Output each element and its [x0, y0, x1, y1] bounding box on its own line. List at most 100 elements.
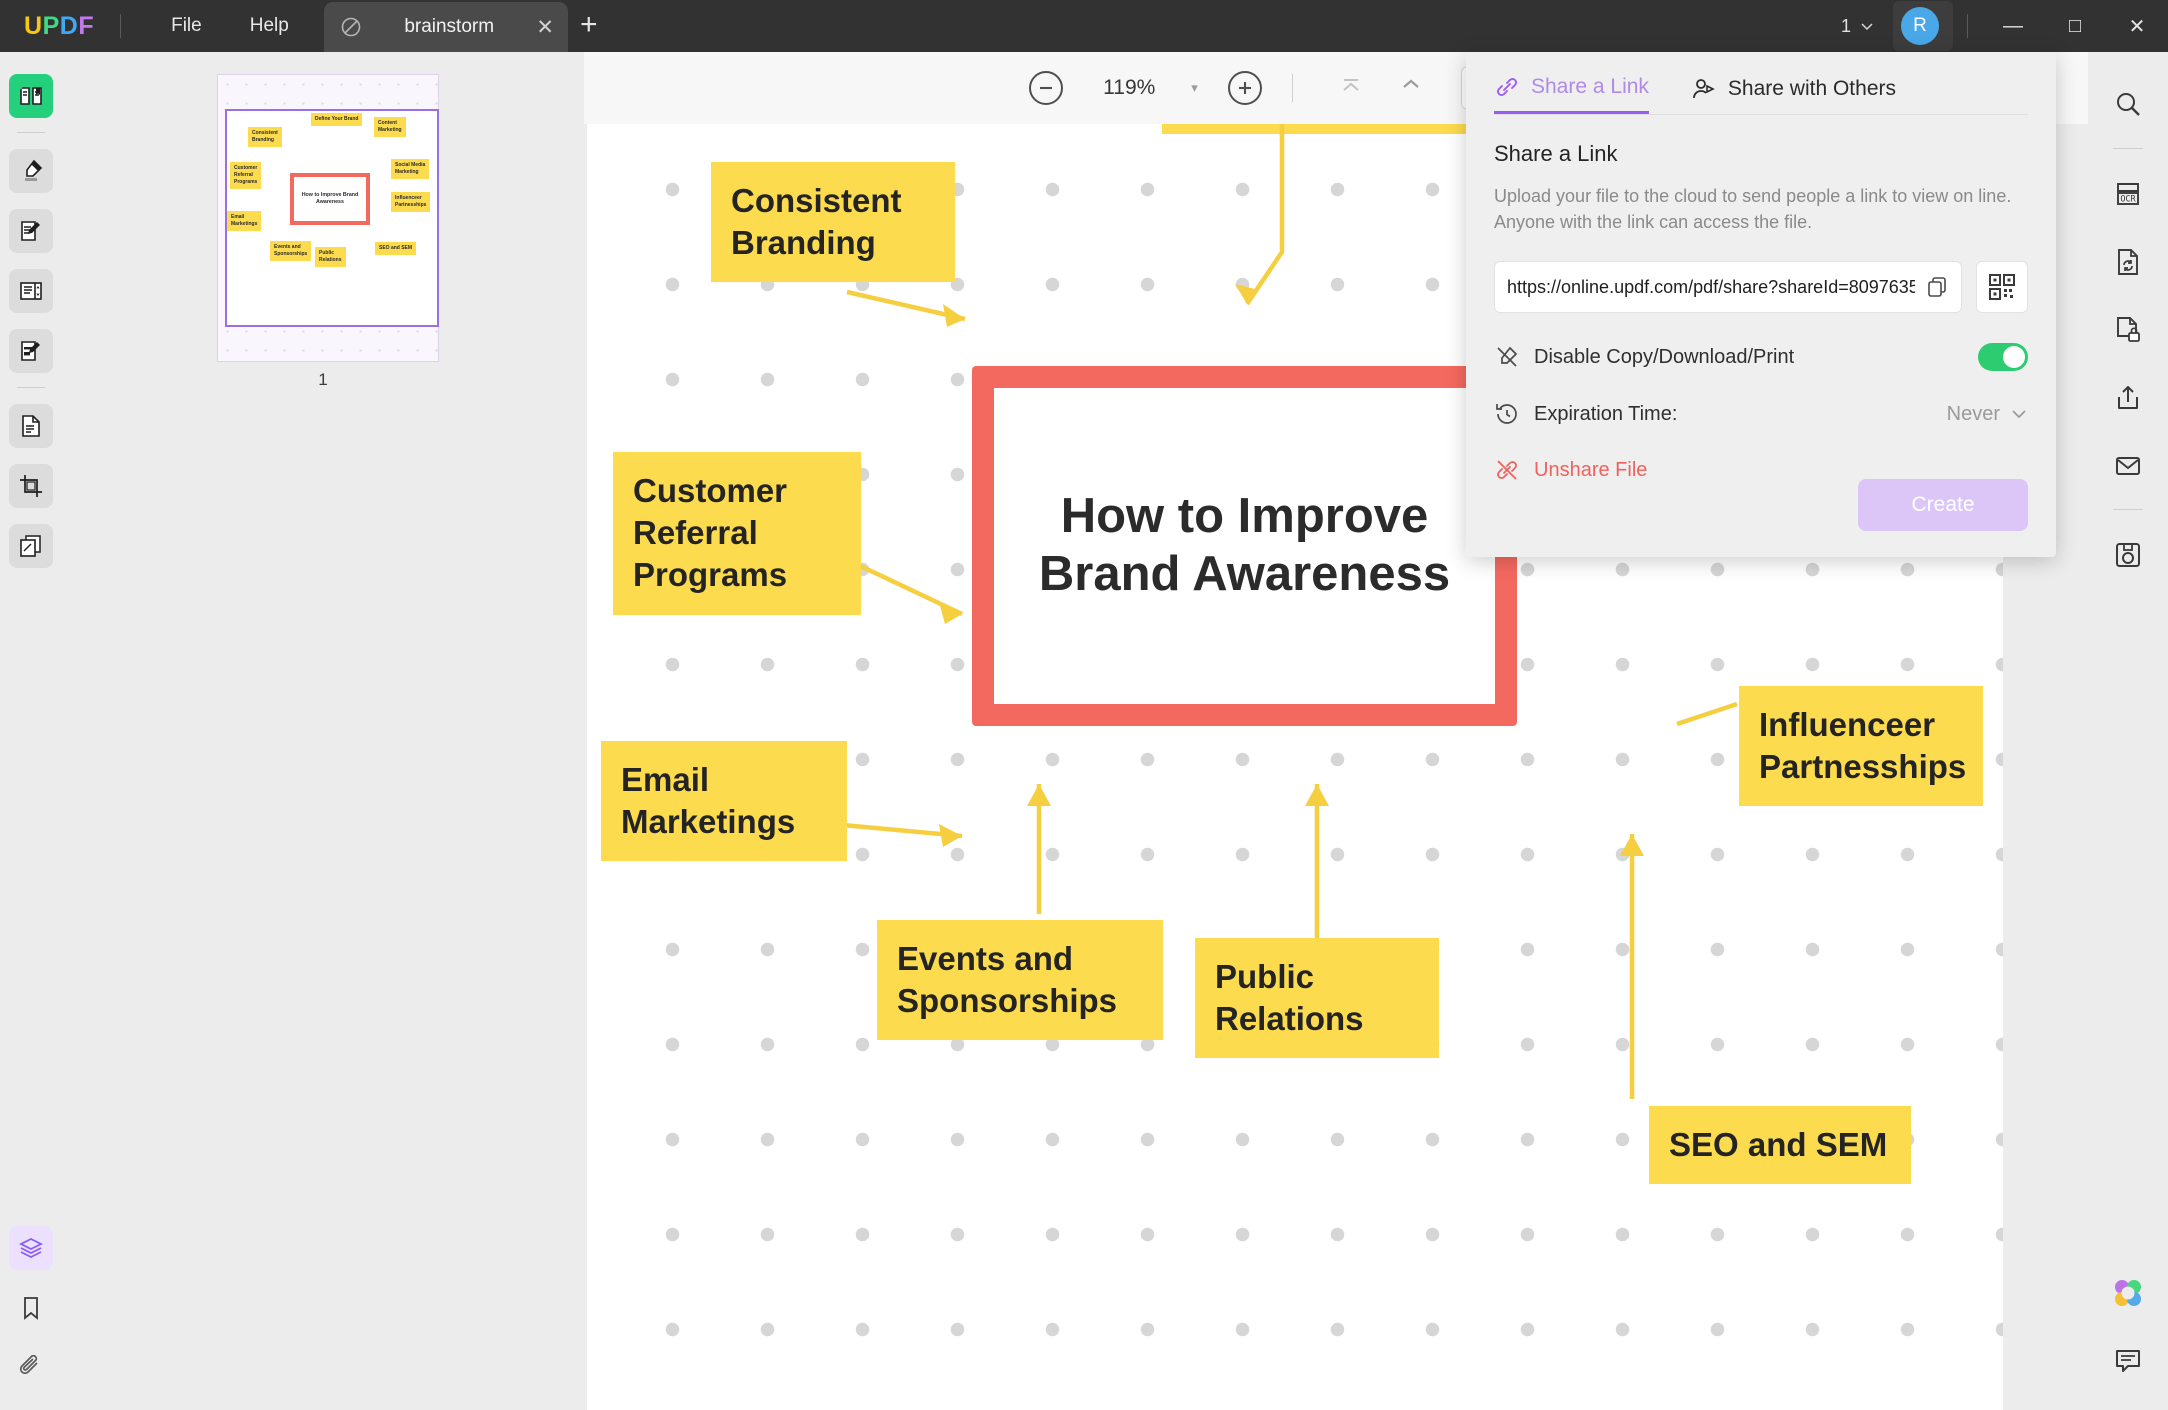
active-indicator-dot	[14, 81, 23, 90]
thumbnail-page-frame: How to Improve Brand Awareness Consisten…	[225, 109, 439, 327]
email-button[interactable]	[2105, 443, 2151, 489]
share-url-input[interactable]	[1507, 277, 1915, 298]
sidebar-item-convert[interactable]	[9, 404, 53, 448]
expiration-label: Expiration Time:	[1534, 403, 1933, 426]
previous-page-button[interactable]	[1383, 74, 1439, 102]
expiration-value: Never	[1947, 403, 2000, 426]
left-tool-rail	[0, 52, 62, 1410]
document-tab-title: brainstorm	[362, 16, 536, 38]
window-controls: 1 R — □ ✕	[1841, 0, 2168, 52]
expiration-select[interactable]: Never	[1947, 403, 2028, 426]
title-divider	[120, 14, 121, 38]
sidebar-item-batch[interactable]	[9, 524, 53, 568]
page-thumbnail[interactable]: How to Improve Brand Awareness Consisten…	[217, 74, 439, 362]
menu-help[interactable]: Help	[226, 0, 313, 52]
sidebar-item-attachments[interactable]	[9, 1346, 53, 1390]
close-window-button[interactable]: ✕	[2106, 0, 2168, 52]
share-upload-button[interactable]	[2105, 375, 2151, 421]
sidebar-item-annotate[interactable]	[9, 149, 53, 193]
logo-letter-u: U	[24, 12, 43, 41]
chevron-down-icon	[2010, 405, 2028, 423]
batch-process-icon	[18, 533, 44, 559]
tab-share-a-link[interactable]: Share a Link	[1494, 74, 1649, 114]
create-button[interactable]: Create	[1858, 479, 2028, 531]
crop-page-icon	[18, 473, 44, 499]
window-count-label: 1	[1841, 16, 1851, 37]
disable-copy-icon	[1494, 344, 1520, 370]
search-icon	[2112, 89, 2144, 121]
window-divider	[1967, 14, 1968, 38]
avatar-button[interactable]: R	[1893, 1, 1953, 51]
layers-icon	[18, 1235, 44, 1261]
disable-copy-toggle[interactable]	[1978, 343, 2028, 371]
convert-button[interactable]	[2105, 239, 2151, 285]
share-panel-description: Upload your file to the cloud to send pe…	[1494, 183, 2028, 235]
chevron-up-icon	[1397, 75, 1425, 95]
share-url-row	[1494, 261, 2028, 313]
mindmap-node-customer-referral-programs[interactable]: Customer Referral Programs	[613, 452, 861, 615]
unshare-link-icon	[1494, 457, 1520, 483]
mindmap-node-email-marketings[interactable]: Email Marketings	[601, 741, 847, 861]
sidebar-item-edit-pdf[interactable]	[9, 209, 53, 253]
mindmap-node-public-relations[interactable]: Public Relations	[1195, 938, 1439, 1058]
convert-icon	[2112, 246, 2144, 278]
window-count-selector[interactable]: 1	[1841, 16, 1875, 37]
share-panel: Share a Link Share with Others Share a L…	[1466, 52, 2056, 557]
organize-pages-icon	[18, 278, 44, 304]
share-panel-divider	[1494, 114, 2028, 115]
zoom-in-button[interactable]	[1228, 71, 1262, 105]
document-tab-icon	[340, 16, 362, 38]
mindmap-center-title: How to Improve Brand Awareness	[994, 388, 1495, 704]
mindmap-node-seo-and-sem[interactable]: SEO and SEM	[1649, 1106, 1911, 1184]
ocr-button[interactable]: OCR	[2105, 171, 2151, 217]
qr-code-button[interactable]	[1976, 261, 2028, 313]
first-page-button[interactable]	[1323, 74, 1379, 102]
share-upload-icon	[2112, 382, 2144, 414]
thumbnail-node-consistent-branding: ConsistentBranding	[248, 127, 282, 147]
avatar: R	[1901, 7, 1939, 45]
menu-file[interactable]: File	[147, 0, 226, 52]
sidebar-item-organize-pages[interactable]	[9, 269, 53, 313]
disable-copy-label: Disable Copy/Download/Print	[1534, 346, 1964, 369]
thumbnail-node-customer-referral-programs: CustomerReferralPrograms	[230, 162, 261, 189]
mindmap-node-influenceer-partnesships[interactable]: Influenceer Partnesships	[1739, 686, 1983, 806]
minimize-button[interactable]: —	[1982, 0, 2044, 52]
zoom-out-button[interactable]	[1029, 71, 1063, 105]
save-button[interactable]	[2105, 532, 2151, 578]
thumbnail-panel: How to Improve Brand Awareness Consisten…	[62, 52, 584, 1410]
comment-button[interactable]	[2105, 1338, 2151, 1384]
tab-share-with-others[interactable]: Share with Others	[1691, 76, 1896, 113]
new-tab-button[interactable]: +	[580, 10, 598, 40]
sidebar-item-bookmarks[interactable]	[9, 1286, 53, 1330]
zoom-dropdown-caret[interactable]: ▾	[1191, 80, 1198, 96]
sidebar-item-form[interactable]	[9, 329, 53, 373]
maximize-button[interactable]: □	[2044, 0, 2106, 52]
convert-document-icon	[18, 413, 44, 439]
thumbnail-node-social-media-marketing: Social MediaMarketing	[391, 159, 429, 179]
thumbnail-center-node: How to Improve Brand Awareness	[290, 173, 370, 225]
edit-pdf-icon	[18, 218, 44, 244]
sidebar-item-layers[interactable]	[9, 1226, 53, 1270]
thumbnail-page-number: 1	[62, 370, 584, 390]
updf-window: UPDF File Help brainstorm ✕ + 1 R — □ ✕	[0, 0, 2168, 1410]
ai-assistant-button[interactable]	[2105, 1270, 2151, 1316]
annotate-highlighter-icon	[18, 158, 44, 184]
mindmap-center-node[interactable]: How to Improve Brand Awareness	[972, 366, 1517, 726]
mindmap-node-events-and-sponsorships[interactable]: Events and Sponsorships	[877, 920, 1163, 1040]
share-panel-tabs: Share a Link Share with Others	[1466, 52, 2056, 114]
share-panel-heading: Share a Link	[1494, 141, 2056, 167]
save-icon	[2112, 539, 2144, 571]
rail-divider-1	[17, 132, 45, 133]
sidebar-item-crop[interactable]	[9, 464, 53, 508]
logo-letter-p: P	[43, 12, 60, 41]
share-url-field[interactable]	[1494, 261, 1962, 313]
first-page-icon	[1337, 75, 1365, 95]
share-with-others-icon	[1691, 76, 1717, 102]
mindmap-node-consistent-branding[interactable]: Consistent Branding	[711, 162, 955, 282]
document-tab[interactable]: brainstorm ✕	[324, 2, 568, 52]
protect-button[interactable]	[2105, 307, 2151, 353]
tab-share-with-others-label: Share with Others	[1728, 77, 1896, 101]
disable-copy-row: Disable Copy/Download/Print	[1494, 343, 2028, 371]
tab-close-icon[interactable]: ✕	[536, 17, 554, 38]
search-button[interactable]	[2105, 82, 2151, 128]
